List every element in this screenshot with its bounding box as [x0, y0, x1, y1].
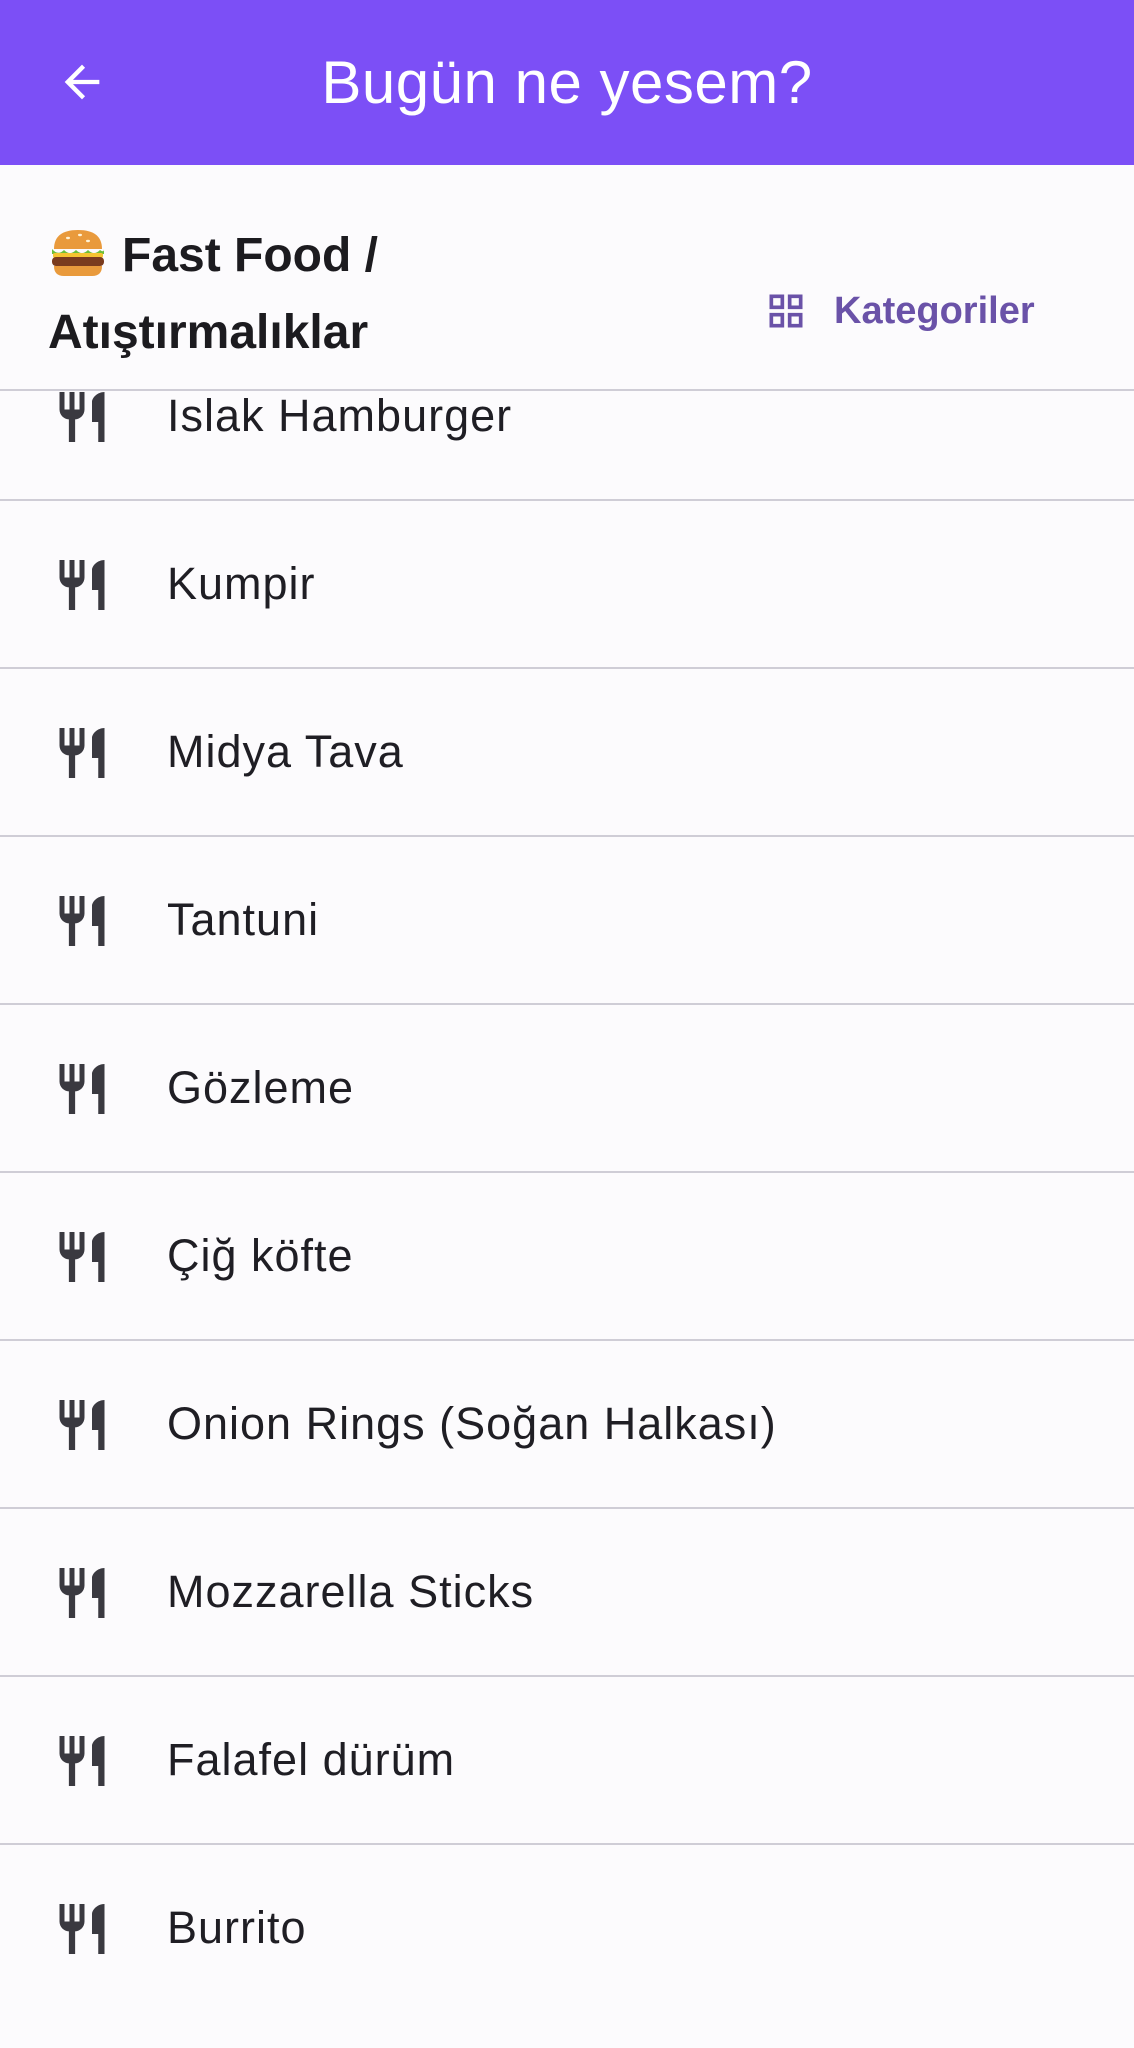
restaurant-icon — [59, 1736, 105, 1786]
list-item[interactable]: Islak Hamburger — [0, 391, 1134, 501]
list-item[interactable]: Gözleme — [0, 1005, 1134, 1173]
item-label: Midya Tava — [167, 726, 404, 777]
item-label: Kumpir — [167, 558, 316, 609]
item-label: Falafel dürüm — [167, 1734, 456, 1785]
item-label: Onion Rings (Soğan Halkası) — [167, 1398, 777, 1449]
item-label: Gözleme — [167, 1062, 355, 1113]
restaurant-icon — [59, 392, 105, 442]
restaurant-icon — [59, 1064, 105, 1114]
list-item[interactable]: Mozzarella Sticks — [0, 1509, 1134, 1677]
restaurant-icon — [59, 1568, 105, 1618]
categories-button-label: Kategoriler — [834, 289, 1035, 332]
item-label: Mozzarella Sticks — [167, 1566, 535, 1617]
list-item[interactable]: Çiğ köfte — [0, 1173, 1134, 1341]
restaurant-icon — [59, 728, 105, 778]
item-label: Tantuni — [167, 894, 320, 945]
item-label: Burrito — [167, 1902, 307, 1953]
category-title: Fast Food / Atıştırmalıklar — [48, 217, 568, 371]
category-header: Fast Food / Atıştırmalıklar Kategoriler — [0, 165, 1134, 391]
list-item[interactable]: Kumpir — [0, 501, 1134, 669]
list-item[interactable]: Tantuni — [0, 837, 1134, 1005]
item-label: Islak Hamburger — [167, 391, 513, 441]
restaurant-icon — [59, 560, 105, 610]
restaurant-icon — [59, 896, 105, 946]
grid-icon — [769, 294, 803, 328]
restaurant-icon — [59, 1400, 105, 1450]
app-title: Bugün ne yesem? — [321, 49, 813, 116]
arrow-back-icon — [64, 64, 100, 100]
restaurant-icon — [59, 1232, 105, 1282]
list-item[interactable]: Burrito — [0, 1845, 1134, 2013]
app-bar: Bugün ne yesem? — [0, 0, 1134, 165]
list-item[interactable]: Falafel dürüm — [0, 1677, 1134, 1845]
list-item[interactable]: Midya Tava — [0, 669, 1134, 837]
food-list[interactable]: Islak Hamburger Kumpir Midya Tava Tantun… — [0, 391, 1134, 2048]
item-label: Çiğ köfte — [167, 1230, 354, 1281]
restaurant-icon — [59, 1904, 105, 1954]
burger-icon — [52, 230, 104, 276]
list-item[interactable]: Onion Rings (Soğan Halkası) — [0, 1341, 1134, 1509]
back-button[interactable] — [44, 44, 120, 120]
categories-button[interactable]: Kategoriler — [748, 261, 1051, 361]
